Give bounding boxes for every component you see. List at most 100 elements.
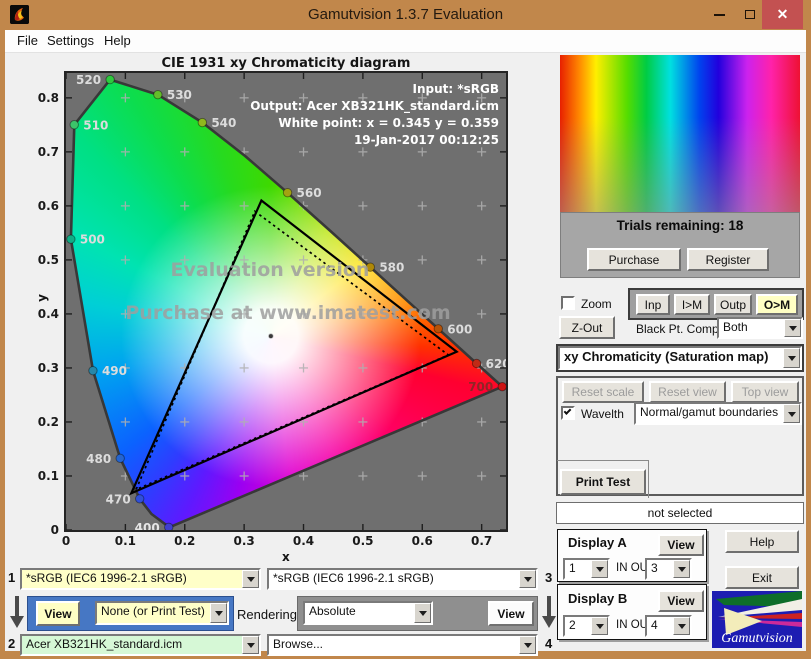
black-pt-comp-dropdown[interactable]: Both xyxy=(717,317,803,339)
menu-help[interactable]: Help xyxy=(104,33,131,48)
chart-annotations: Input: *sRGB Output: Acer XB321HK_standa… xyxy=(250,81,499,149)
view-input-button[interactable]: View xyxy=(36,601,80,626)
input-srgb-gamut-triangle xyxy=(136,211,448,489)
inp-button[interactable]: Inp xyxy=(636,294,670,315)
help-button[interactable]: Help xyxy=(725,530,799,553)
display-b-in-dropdown[interactable]: 2 xyxy=(563,615,610,637)
maximize-button[interactable] xyxy=(736,0,764,29)
slot-3-number: 3 xyxy=(545,570,552,585)
wavelength-dot-620 xyxy=(472,359,480,367)
grid-plus-mark xyxy=(358,363,367,372)
chromaticity-plot[interactable]: 4004704804905005105205305405605806006207… xyxy=(64,71,508,532)
display-b-out-dropdown[interactable]: 4 xyxy=(645,615,692,637)
grid-plus-mark xyxy=(418,201,427,210)
reset-scale-button[interactable]: Reset scale xyxy=(562,381,644,403)
x-tick-label: 0.5 xyxy=(352,534,373,548)
wavelength-dot-500 xyxy=(67,235,75,243)
chevron-down-icon[interactable] xyxy=(242,636,259,654)
chevron-down-icon[interactable] xyxy=(591,560,608,578)
grid-plus-mark xyxy=(477,255,486,264)
chevron-down-icon[interactable] xyxy=(783,404,800,423)
x-tick-label: 0 xyxy=(62,534,70,548)
exit-button[interactable]: Exit xyxy=(725,566,799,589)
chevron-down-icon[interactable] xyxy=(673,560,690,578)
grid-plus-mark xyxy=(418,471,427,480)
menu-settings[interactable]: Settings xyxy=(47,33,94,48)
top-view-button[interactable]: Top view xyxy=(731,381,799,403)
check-icon xyxy=(564,407,572,415)
chevron-down-icon[interactable] xyxy=(519,570,536,588)
view-output-button[interactable]: View xyxy=(488,601,534,626)
title-bar: Gamutvision 1.3.7 Evaluation ✕ xyxy=(0,0,811,30)
grid-plus-mark xyxy=(240,93,249,102)
rendering-intent-dropdown[interactable]: Absolute xyxy=(303,601,433,625)
wavelength-dot-470 xyxy=(135,495,143,503)
slot-1-number: 1 xyxy=(8,570,15,585)
chevron-down-icon[interactable] xyxy=(783,348,800,368)
grid-plus-mark xyxy=(240,363,249,372)
zoom-checkbox-label: Zoom xyxy=(581,297,612,311)
input-profile2-dropdown[interactable]: *sRGB (IEC6 1996-2.1 sRGB) xyxy=(267,568,538,590)
chevron-down-icon[interactable] xyxy=(673,617,690,635)
wavelength-label-400: 400 xyxy=(135,521,160,530)
y-tick-label: 0.6 xyxy=(19,199,59,213)
wavelength-dot-490 xyxy=(89,366,97,374)
display-b-view-button[interactable]: View xyxy=(658,590,704,612)
status-bar: not selected xyxy=(556,502,804,524)
grid-plus-mark xyxy=(299,363,308,372)
wavelth-checkbox-label: Wavelth xyxy=(581,407,624,421)
x-tick-label: 0.3 xyxy=(233,534,254,548)
chevron-down-icon[interactable] xyxy=(414,603,431,623)
grid-plus-mark xyxy=(180,147,189,156)
browse-dropdown[interactable]: Browse... xyxy=(267,634,538,656)
print-test-dropdown[interactable]: None (or Print Test) xyxy=(95,601,229,625)
saturation-map-preview[interactable] xyxy=(560,55,800,233)
wavelength-label-510: 510 xyxy=(83,118,108,132)
wavelength-label-620: 620 xyxy=(486,357,506,371)
grid-plus-mark xyxy=(180,471,189,480)
trials-remaining-text: Trials remaining: 18 xyxy=(561,218,799,233)
input-profile-dropdown[interactable]: *sRGB (IEC6 1996-2.1 sRGB) xyxy=(20,568,261,590)
wavelth-checkbox[interactable] xyxy=(561,406,575,420)
annotation-input: Input: *sRGB xyxy=(250,81,499,98)
grid-plus-mark xyxy=(477,201,486,210)
purchase-button[interactable]: Purchase xyxy=(587,248,681,271)
z-out-button[interactable]: Z-Out xyxy=(559,316,615,339)
display-a-title: Display A xyxy=(568,535,627,550)
outp-button[interactable]: Outp xyxy=(714,294,752,315)
wavelength-dot-560 xyxy=(283,188,291,196)
grid-plus-mark xyxy=(180,201,189,210)
chevron-down-icon[interactable] xyxy=(242,570,259,588)
print-test-button[interactable]: Print Test xyxy=(560,469,646,495)
output-profile-dropdown[interactable]: Acer XB321HK_standard.icm xyxy=(20,634,261,656)
wavelength-dot-520 xyxy=(106,75,114,83)
chevron-down-icon[interactable] xyxy=(210,603,227,623)
watermark-line2: Purchase at www.imatest.com xyxy=(125,302,450,324)
menu-bar: File Settings Help xyxy=(5,30,806,53)
grid-plus-mark xyxy=(358,471,367,480)
grid-plus-mark xyxy=(418,255,427,264)
down-arrow-icon-right xyxy=(541,594,557,630)
chevron-down-icon[interactable] xyxy=(784,319,801,337)
watermark-line1: Evaluation version xyxy=(171,259,370,281)
minimize-button[interactable] xyxy=(704,0,734,29)
display-a-in-dropdown[interactable]: 1 xyxy=(563,558,610,580)
i-to-m-button[interactable]: I>M xyxy=(674,294,710,315)
boundaries-dropdown[interactable]: Normal/gamut boundaries xyxy=(634,402,802,425)
display-a-view-button[interactable]: View xyxy=(658,534,704,556)
menu-file[interactable]: File xyxy=(17,33,38,48)
o-to-m-button[interactable]: O>M xyxy=(756,294,798,315)
display-a-box: Display A View 1 IN OUT 3 xyxy=(557,529,707,582)
close-button[interactable]: ✕ xyxy=(762,0,803,29)
chevron-down-icon[interactable] xyxy=(519,636,536,654)
chevron-down-icon[interactable] xyxy=(591,617,608,635)
zoom-checkbox[interactable] xyxy=(561,296,575,310)
grid-plus-mark xyxy=(121,255,130,264)
wavelength-dot-400 xyxy=(165,523,173,530)
reset-view-button[interactable]: Reset view xyxy=(649,381,726,403)
down-arrow-icon-left xyxy=(9,594,25,630)
display-a-out-dropdown[interactable]: 3 xyxy=(645,558,692,580)
view-mode-dropdown[interactable]: xy Chromaticity (Saturation map) xyxy=(558,346,802,370)
wavelength-label-560: 560 xyxy=(297,186,322,200)
register-button[interactable]: Register xyxy=(687,248,769,271)
